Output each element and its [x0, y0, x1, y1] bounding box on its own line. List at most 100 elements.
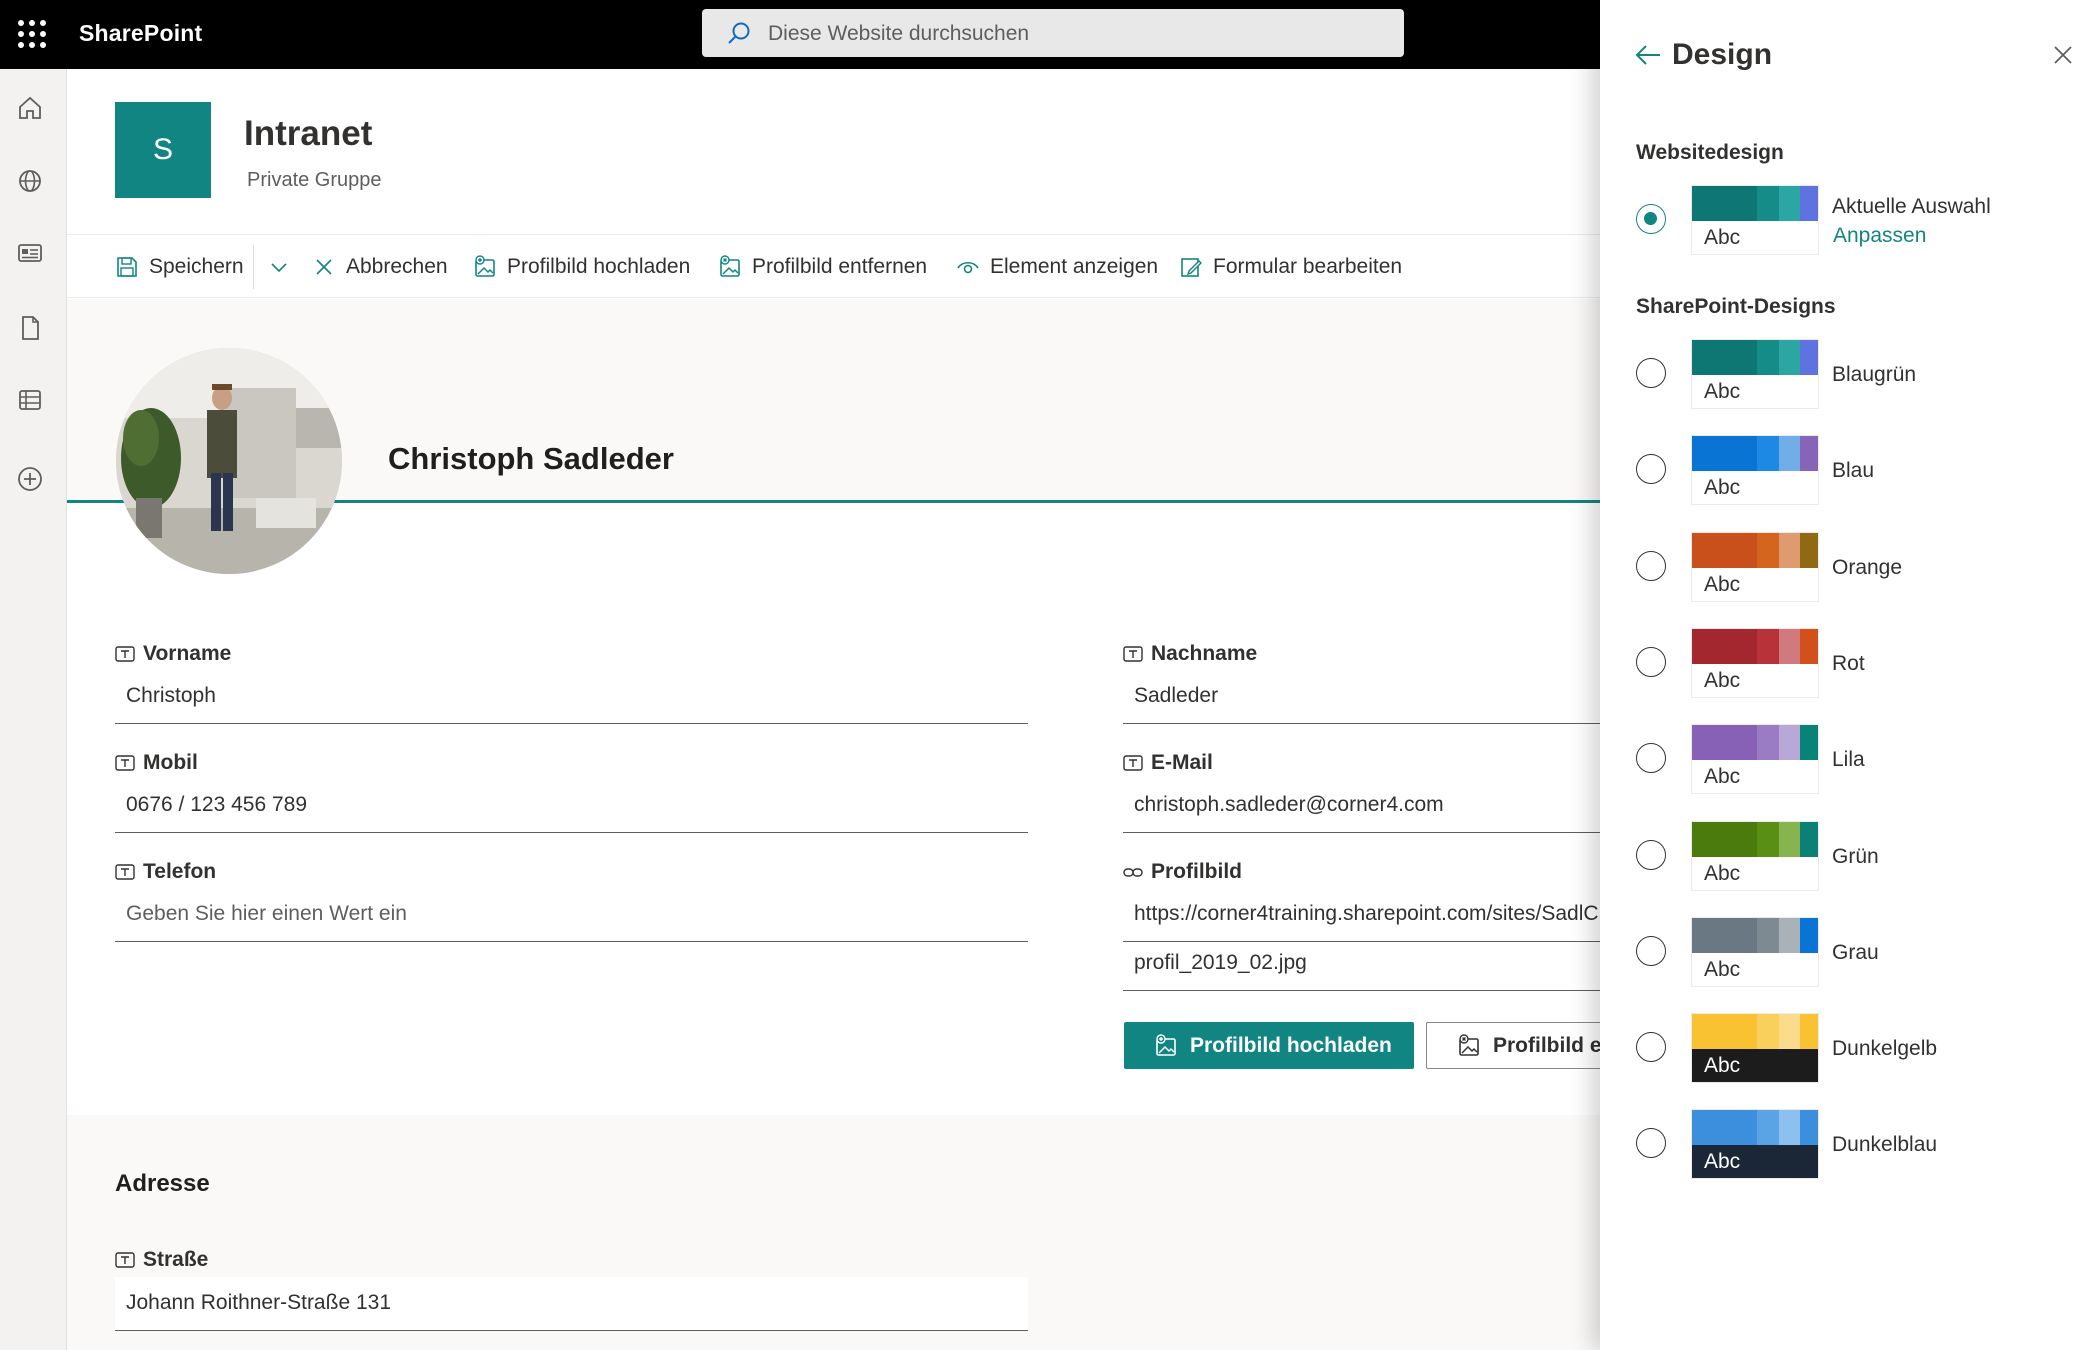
color-chip	[1692, 186, 1757, 221]
link-icon	[1123, 867, 1143, 877]
remove-photo-label: Profilbild entfernen	[752, 255, 928, 278]
back-arrow-icon[interactable]	[1634, 43, 1662, 67]
home-icon[interactable]	[16, 94, 44, 122]
color-chip	[1778, 340, 1801, 375]
image-add-icon	[475, 255, 495, 277]
remove-photo-button-label: Profilbild en	[1493, 1033, 1615, 1057]
profilbild-label-text: Profilbild	[1151, 860, 1242, 883]
profilbild-url-input[interactable]: https://corner4training.sharepoint.com/s…	[1123, 888, 1600, 942]
theme-name: Rot	[1832, 651, 1865, 675]
view-item-command[interactable]: Element anzeigen	[956, 253, 1158, 281]
vorname-input[interactable]: Christoph	[115, 670, 1028, 724]
globe-icon[interactable]	[16, 167, 44, 195]
site-logo[interactable]: S	[115, 102, 211, 198]
telefon-input[interactable]: Geben Sie hier einen Wert ein	[115, 888, 1028, 942]
save-options-dropdown[interactable]	[267, 253, 291, 281]
theme-name: Lila	[1832, 748, 1865, 772]
color-strip	[1692, 340, 1818, 375]
mobil-label: Mobil	[115, 751, 198, 775]
theme-swatch[interactable]: Abc	[1691, 531, 1819, 602]
theme-radio[interactable]	[1636, 454, 1666, 485]
color-strip	[1692, 186, 1818, 221]
upload-photo-command[interactable]: Profilbild hochladen	[473, 253, 690, 281]
cancel-label: Abbrechen	[346, 255, 448, 278]
theme-name: Dunkelgelb	[1832, 1037, 1938, 1061]
color-chip	[1756, 532, 1779, 568]
theme-name: Blaugrün	[1832, 363, 1917, 386]
news-icon[interactable]	[16, 239, 44, 267]
profile-photo	[116, 348, 342, 574]
theme-swatch[interactable]: Abc	[1691, 1013, 1819, 1084]
theme-radio[interactable]	[1636, 550, 1666, 581]
theme-radio[interactable]	[1636, 358, 1666, 388]
theme-swatch[interactable]: Abc	[1691, 435, 1819, 506]
close-icon[interactable]	[2052, 44, 2074, 66]
theme-radio[interactable]	[1636, 935, 1666, 966]
current-theme-swatch[interactable]: Abc	[1691, 185, 1819, 255]
vorname-label: Vorname	[115, 642, 231, 666]
panel-title: Design	[1672, 38, 1773, 71]
site-subtitle: Private Gruppe	[247, 169, 382, 191]
color-strip	[1692, 821, 1818, 857]
nachname-input[interactable]: Sadleder	[1123, 670, 1600, 724]
swatch-sample-text: Abc	[1692, 663, 1818, 697]
color-chip	[1692, 628, 1757, 664]
mobil-input[interactable]: 0676 / 123 456 789	[115, 779, 1028, 833]
color-chip	[1800, 1110, 1818, 1146]
remove-photo-command[interactable]: Profilbild entfernen	[718, 253, 927, 281]
theme-radio[interactable]	[1636, 1032, 1666, 1063]
color-chip	[1778, 821, 1801, 857]
email-label-text: E-Mail	[1151, 751, 1213, 774]
cancel-button[interactable]: Abbrechen	[312, 253, 448, 281]
theme-radio[interactable]	[1636, 1128, 1666, 1159]
swatch-sample-text: Abc	[1692, 856, 1818, 890]
strasse-label: Straße	[115, 1248, 208, 1272]
theme-radio[interactable]	[1636, 839, 1666, 870]
theme-swatch[interactable]: Abc	[1691, 820, 1819, 891]
color-strip	[1692, 1110, 1818, 1146]
theme-radio[interactable]	[1636, 743, 1666, 774]
telefon-label-text: Telefon	[143, 860, 217, 883]
color-chip	[1778, 1014, 1801, 1050]
nachname-label: Nachname	[1123, 642, 1257, 666]
app-title[interactable]: SharePoint	[79, 20, 202, 47]
site-design-heading: Websitedesign	[1636, 141, 1784, 164]
edit-form-label: Formular bearbeiten	[1213, 255, 1403, 278]
image-remove-icon	[720, 255, 740, 277]
edit-form-command[interactable]: Formular bearbeiten	[1179, 253, 1402, 281]
color-chip	[1692, 1014, 1757, 1050]
theme-swatch[interactable]: Abc	[1691, 916, 1819, 987]
upload-photo-button[interactable]: Profilbild hochladen	[1124, 1022, 1414, 1069]
search-box[interactable]: Diese Website durchsuchen	[702, 9, 1404, 57]
color-chip	[1756, 917, 1779, 953]
app-launcher-icon[interactable]	[16, 18, 46, 48]
search-icon	[728, 22, 750, 44]
color-chip	[1800, 1014, 1818, 1050]
text-field-icon	[115, 1251, 135, 1268]
upload-photo-label: Profilbild hochladen	[507, 255, 691, 278]
color-chip	[1778, 917, 1801, 953]
site-title[interactable]: Intranet	[244, 114, 372, 154]
text-field-icon	[115, 645, 135, 662]
email-label: E-Mail	[1123, 751, 1213, 775]
current-theme-radio[interactable]	[1636, 204, 1666, 234]
email-input[interactable]: christoph.sadleder@corner4.com	[1123, 779, 1600, 833]
theme-swatch[interactable]: Abc	[1691, 724, 1819, 795]
customize-link[interactable]: Anpassen	[1833, 224, 1926, 248]
document-icon[interactable]	[16, 314, 44, 342]
list-icon[interactable]	[16, 386, 44, 414]
theme-swatch[interactable]: Abc	[1691, 1109, 1819, 1180]
color-chip	[1800, 532, 1818, 568]
strasse-input[interactable]: Johann Roithner-Straße 131	[115, 1277, 1028, 1331]
theme-swatch[interactable]: Abc	[1691, 627, 1819, 698]
color-chip	[1756, 340, 1779, 375]
theme-radio[interactable]	[1636, 646, 1666, 677]
save-label: Speichern	[149, 255, 244, 278]
theme-swatch[interactable]: Abc	[1691, 339, 1819, 409]
create-icon[interactable]	[16, 465, 44, 493]
save-button[interactable]: Speichern	[115, 253, 244, 281]
color-chip	[1800, 917, 1818, 953]
color-chip	[1692, 340, 1757, 375]
swatch-sample-text: Abc	[1692, 375, 1818, 408]
profilbild-filename-input[interactable]: profil_2019_02.jpg	[1123, 937, 1600, 991]
